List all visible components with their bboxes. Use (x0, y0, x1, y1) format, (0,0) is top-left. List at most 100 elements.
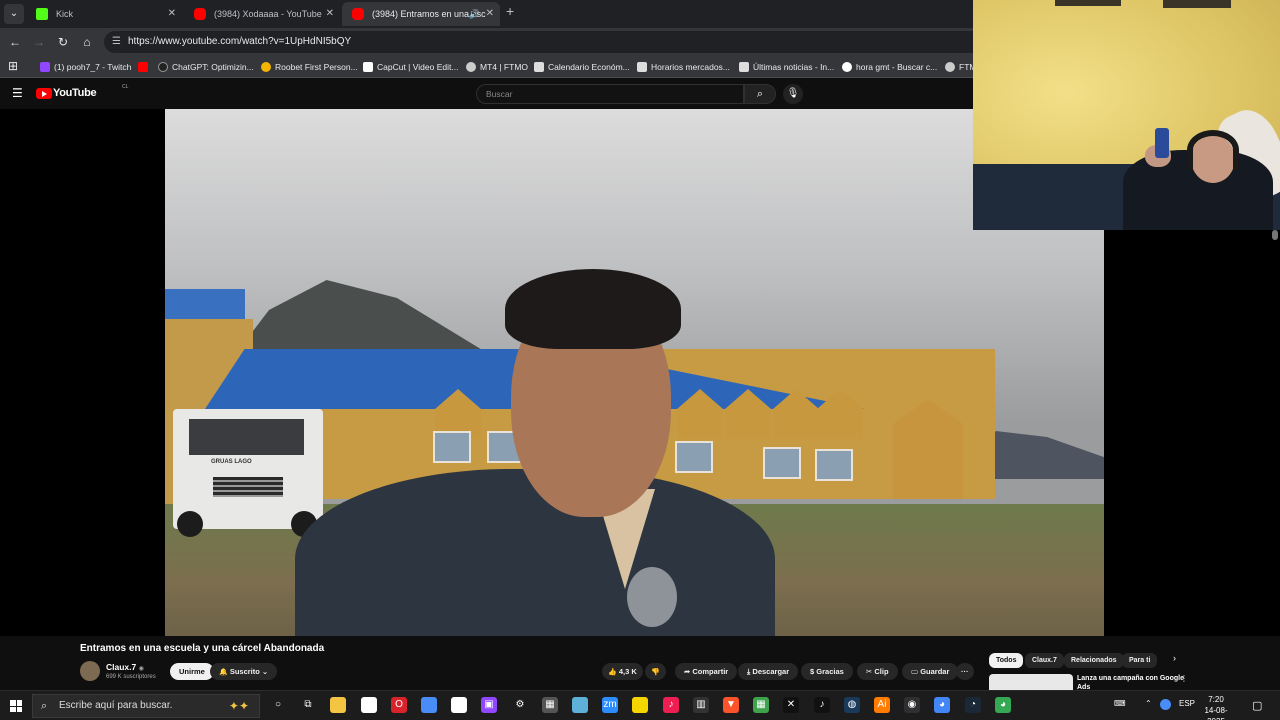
bookmark-google[interactable]: hora gmt - Buscar c... (842, 59, 937, 75)
chip-relacionados[interactable]: Relacionados (1064, 653, 1124, 668)
new-tab-button[interactable]: + (506, 3, 514, 19)
taskbar-document-icon[interactable] (451, 697, 467, 713)
bookmark-calendario[interactable]: Calendario Económ... (534, 59, 630, 75)
bookmark-capcut[interactable]: CapCut | Video Edit... (363, 59, 458, 75)
chevron-right-icon[interactable]: › (1173, 653, 1176, 663)
tab-youtube-xodaaaa[interactable]: (3984) Xodaaaa - YouTube ✕ (184, 2, 340, 26)
home-button[interactable]: ⌂ (78, 33, 96, 51)
video-player[interactable]: GRUAS LAGO (165, 109, 1104, 636)
site-info-icon[interactable]: ☰ (112, 31, 121, 53)
scissors-icon: ✂ (866, 667, 873, 676)
taskbar-tiktok-capcut-icon[interactable]: ♪ (663, 697, 679, 713)
taskbar-notes-icon[interactable] (572, 697, 588, 713)
video-window (763, 447, 801, 479)
taskbar-brave-icon[interactable]: ▼ (723, 697, 739, 713)
bookmark-noticias[interactable]: Últimas noticias - In... (739, 59, 834, 75)
youtube-logo[interactable]: YouTube CL (36, 84, 128, 100)
close-icon[interactable]: ✕ (326, 2, 334, 26)
taskbar-file-icon[interactable] (361, 697, 377, 713)
capcut-icon (363, 62, 373, 72)
taskbar-capcut-icon[interactable]: ✕ (783, 697, 799, 713)
kebab-menu-icon[interactable]: ⋮ (1180, 674, 1188, 683)
taskbar-steam-icon[interactable]: ◔ (965, 697, 981, 713)
save-button[interactable]: ▭ Guardar (902, 663, 959, 680)
bookmark-label: Calendario Económ... (548, 62, 630, 72)
taskbar-chrome-2-icon[interactable]: ◕ (934, 697, 950, 713)
close-icon[interactable]: ✕ (168, 2, 176, 26)
video-info: Entramos en una escuela y una cárcel Aba… (0, 636, 1280, 691)
forward-button[interactable]: → (30, 33, 48, 51)
bookmark-label: hora gmt - Buscar c... (856, 62, 938, 72)
chip-para-ti[interactable]: Para ti (1122, 653, 1158, 668)
share-button[interactable]: ➦ Compartir (675, 663, 738, 680)
clock[interactable]: 7:20 14-08-2025 (1196, 694, 1236, 720)
chip-channel[interactable]: Claux.7 (1025, 653, 1064, 668)
thanks-button[interactable]: $ Gracias (801, 663, 853, 680)
taskbar-opera-icon[interactable]: O (391, 697, 407, 713)
scrollbar-thumb[interactable] (1272, 230, 1278, 240)
taskbar-search-input[interactable]: ⌕ Escribe aquí para buscar. ✦✦ (32, 694, 260, 718)
address-bar[interactable]: ☰ https://www.youtube.com/watch?v=1UpHdN… (104, 31, 984, 53)
dislike-button[interactable]: 👎 (645, 663, 666, 680)
cam-picture-frame (1055, 0, 1121, 6)
apps-icon[interactable]: ⊞ (4, 57, 22, 75)
tab-search-button[interactable]: ⌄ (4, 4, 24, 24)
search-icon[interactable]: ⌕ (744, 84, 776, 104)
bookmark-ftm[interactable]: FTM (945, 59, 976, 75)
bookmark-chatgpt[interactable]: ChatGPT: Optimizin... (158, 59, 254, 75)
taskbar-cortana-icon[interactable]: ○ (270, 697, 286, 713)
close-icon[interactable]: ✕ (486, 2, 494, 26)
cam-phone (1155, 128, 1169, 158)
bookmark-horarios[interactable]: Horarios mercados... (637, 59, 730, 75)
taskbar-copilot-icon[interactable] (421, 697, 437, 713)
screen: ⌄ Kick ✕ (3984) Xodaaaa - YouTube ✕ (398… (0, 0, 1280, 720)
bookmark-twitch[interactable]: (1) pooh7_7 - Twitch (40, 59, 131, 75)
keyboard-icon[interactable]: ⌨ (1114, 699, 1126, 708)
search-input[interactable]: Buscar (476, 84, 744, 104)
ad-thumbnail[interactable] (989, 674, 1073, 690)
taskbar-calculator-icon[interactable]: ▦ (542, 697, 558, 713)
channel-name[interactable]: Claux.7 ◉ (106, 662, 144, 672)
taskbar-app2-icon[interactable]: ◍ (844, 697, 860, 713)
taskbar-sticky-icon[interactable] (632, 697, 648, 713)
youtube-icon (352, 8, 364, 20)
download-button[interactable]: ⤓ Descargar (738, 663, 799, 680)
taskbar-zoom-icon[interactable]: zm (602, 697, 618, 713)
date: 14-08-2025 (1204, 706, 1228, 720)
taskbar-minecraft-icon[interactable]: ▦ (753, 697, 769, 713)
bookmark-roobet[interactable]: Roobet First Person... (261, 59, 358, 75)
notification-icon[interactable]: ▢ (1252, 699, 1262, 712)
taskbar-file-explorer-icon[interactable] (330, 697, 346, 713)
windows-start-icon[interactable] (10, 700, 22, 712)
tab-youtube-active[interactable]: (3984) Entramos en una esc 🔊 ✕ (342, 2, 500, 26)
reload-button[interactable]: ↻ (54, 33, 72, 51)
search-icon: ⌕ (41, 700, 48, 712)
network-icon[interactable] (1160, 699, 1171, 710)
chip-todos[interactable]: Todos (989, 653, 1024, 668)
taskbar-app-icon[interactable]: ▥ (693, 697, 709, 713)
like-button[interactable]: 👍 4,3 K (602, 663, 643, 680)
mic-icon[interactable]: 🎙 (783, 84, 803, 104)
tab-title: Kick (56, 9, 74, 19)
subscribed-button[interactable]: 🔔 Suscrito ⌄ (210, 663, 278, 680)
speaker-icon[interactable]: 🔊 (469, 2, 480, 26)
taskbar-obs-icon[interactable]: ◉ (904, 697, 920, 713)
taskbar-chrome-icon[interactable]: ◕ (995, 697, 1011, 713)
more-actions-button[interactable]: ··· (956, 663, 974, 680)
taskbar-task-view-icon[interactable]: ⧉ (300, 697, 316, 713)
tray-chevron-icon[interactable]: ⌃ (1145, 699, 1152, 708)
clip-button[interactable]: ✂ Clip (857, 663, 898, 680)
bookmark-youtube[interactable] (138, 59, 152, 75)
taskbar-tiktok-icon[interactable]: ♪ (814, 697, 830, 713)
taskbar-twitch-icon[interactable]: ▣ (481, 697, 497, 713)
menu-icon[interactable]: ☰ (12, 86, 23, 100)
back-button[interactable]: ← (6, 33, 24, 51)
bookmark-ftmo[interactable]: MT4 | FTMO (466, 59, 528, 75)
tab-kick[interactable]: Kick ✕ (26, 2, 182, 26)
channel-avatar[interactable] (80, 661, 100, 681)
language-indicator[interactable]: ESP (1179, 699, 1195, 708)
taskbar-search-placeholder: Escribe aquí para buscar. (59, 700, 173, 711)
taskbar-ai-icon[interactable]: Ai (874, 697, 890, 713)
join-button[interactable]: Unirme (170, 663, 214, 680)
taskbar-settings-icon[interactable]: ⚙ (512, 697, 528, 713)
